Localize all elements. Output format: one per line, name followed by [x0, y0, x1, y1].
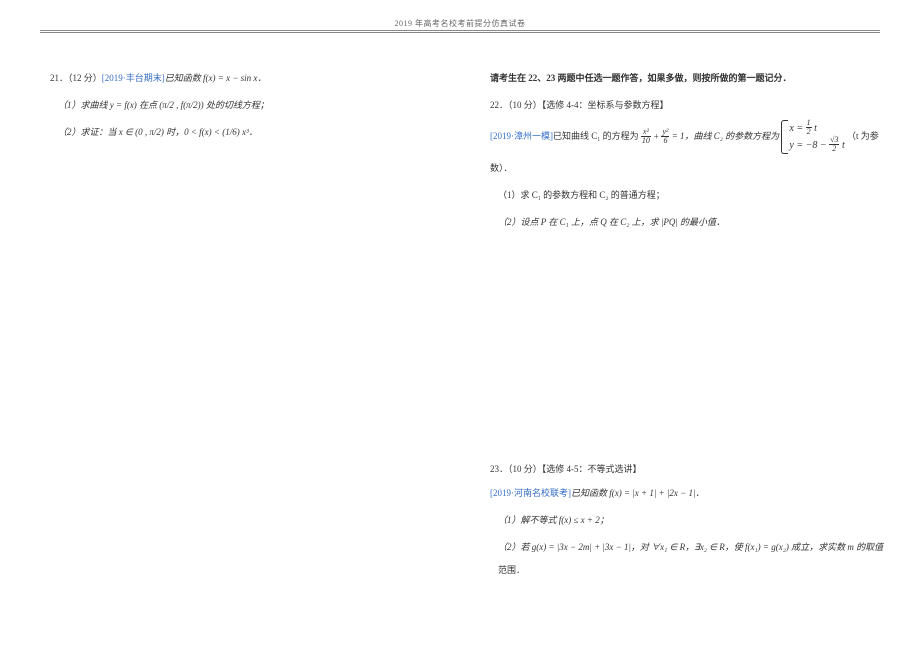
brace-x-frac: 12: [806, 119, 812, 136]
frac-den: 2: [829, 145, 839, 153]
q23-p1: （1）解不等式 f(x) ≤ x + 2；: [490, 512, 870, 529]
left-column: 21．（12 分）[2019·丰台期末]已知函数 f(x) = x − sin …: [50, 70, 430, 147]
q22-param-brace: x = 12 t y = −8 − √32 t: [781, 120, 844, 154]
q22-tparam: （t 为参: [847, 131, 879, 141]
brace-row-y: y = −8 − √32 t: [789, 137, 844, 154]
frac-den: 10: [641, 137, 651, 145]
header-divider: [40, 30, 880, 33]
brace-y-pre: y = −8 −: [789, 140, 829, 151]
q22-tail2: 数）．: [490, 160, 870, 177]
right-column: 请考生在 22、23 两题中任选一题作答，如果多做，则按所做的第一题记分． 22…: [490, 70, 870, 585]
q21-source: [2019·丰台期末]: [102, 73, 165, 83]
brace-x-post: t: [812, 123, 817, 134]
q22-frac1: x² 10: [641, 128, 651, 145]
q22-source: [2019·漳州一模]: [490, 131, 553, 141]
q22-frac2: y² 6: [661, 128, 669, 145]
q23-text: 已知函数 f(x) = |x + 1| + |2x − 1|．: [571, 488, 704, 498]
q21-part1: （1）求曲线 y = f(x) 在点 (π/2 , f(π/2)) 处的切线方程…: [50, 97, 430, 114]
q21-part2: （2）求证：当 x ∈ (0 , π/2) 时，0 < f(x) < (1/6)…: [50, 124, 430, 141]
q22-p1: （1）求 C₁ 的参数方程和 C₂ 的普通方程；: [490, 187, 870, 204]
choice-instruction: 请考生在 22、23 两题中任选一题作答，如果多做，则按所做的第一题记分．: [490, 70, 870, 87]
q22-p2: （2）设点 P 在 C₁ 上，点 Q 在 C₂ 上，求 |PQ| 的最小值．: [490, 214, 870, 231]
q23-p2: （2）若 g(x) = |3x − 2m| + |3x − 1|，对 ∀x₁ ∈…: [490, 539, 870, 556]
frac-den: 2: [806, 128, 812, 136]
q21-stem: 21．（12 分）[2019·丰台期末]已知函数 f(x) = x − sin …: [50, 70, 430, 87]
brace-y-post: t: [839, 140, 844, 151]
q22-text1: 已知曲线 C₁ 的方程为: [553, 131, 639, 141]
q22-tail: = 1，曲线 C₂ 的参数方程为: [669, 131, 779, 141]
q23-source: [2019·河南名校联考]: [490, 488, 571, 498]
q21-stem-text: 已知函数 f(x) = x − sin x．: [165, 73, 267, 83]
q23-p2b: 范围．: [490, 562, 870, 579]
q23-header: 23．（10 分）【选修 4-5：不等式选讲】: [490, 461, 870, 478]
q22-stem: [2019·漳州一模]已知曲线 C₁ 的方程为 x² 10 + y² 6 = 1…: [490, 120, 870, 154]
q22-header: 22．（10 分）【选修 4-4：坐标系与参数方程】: [490, 97, 870, 114]
brace-y-frac: √32: [829, 136, 839, 153]
q23-stem: [2019·河南名校联考]已知函数 f(x) = |x + 1| + |2x −…: [490, 485, 870, 502]
frac-den: 6: [661, 137, 669, 145]
page-header: 2019 年高考名校考前提分仿真试卷: [0, 18, 920, 29]
brace-x-pre: x =: [789, 123, 805, 134]
q22-plus: +: [651, 132, 662, 142]
q21-prefix: 21．（12 分）: [50, 73, 102, 83]
header-title: 2019 年高考名校考前提分仿真试卷: [395, 19, 526, 28]
